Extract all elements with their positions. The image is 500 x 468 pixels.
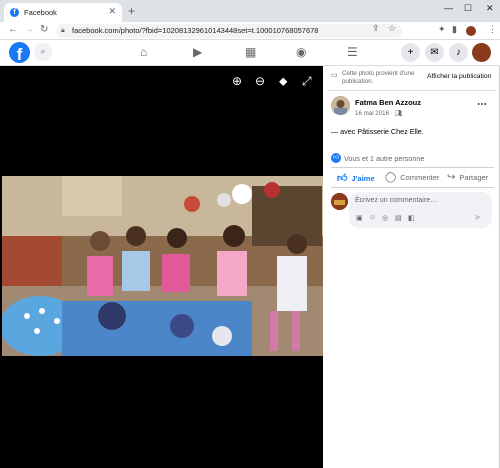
fullscreen-icon[interactable]: ⤢ <box>302 74 312 89</box>
close-window-button[interactable]: ✕ <box>486 3 494 14</box>
thumbs-up-icon: 👍︎ <box>337 173 348 184</box>
divider <box>331 187 494 188</box>
reload-icon[interactable]: ↻ <box>40 24 48 35</box>
emoji-icon[interactable]: ☺ <box>369 214 376 221</box>
commenter-avatar[interactable] <box>331 193 348 210</box>
camera-icon[interactable]: ◎ <box>382 214 388 222</box>
share-button[interactable]: ↪ Partager <box>447 172 488 183</box>
tab-title: Facebook <box>24 8 57 17</box>
minimize-button[interactable]: — <box>444 3 453 13</box>
post-date[interactable]: 16 mai 2016 · 👥︎ <box>355 109 402 117</box>
post-details-panel: ▭ Cette photo provient d'une publication… <box>323 66 500 468</box>
profile-icon[interactable] <box>472 43 491 62</box>
comment-placeholder: Écrivez un commentaire… <box>355 197 438 204</box>
reactions-text: Vous et 1 autre personne <box>344 153 425 163</box>
maximize-button[interactable]: ☐ <box>464 3 472 14</box>
url-text: facebook.com/photo/?fbid=102081329610143… <box>72 26 319 35</box>
reactions-summary[interactable]: 👍︎ Vous et 1 autre personne <box>331 153 424 163</box>
bookmark-star-icon[interactable]: ☆ <box>388 23 396 34</box>
notifications-icon[interactable]: ♪ <box>449 43 468 62</box>
new-tab-button[interactable]: + <box>128 4 135 18</box>
menu-icon[interactable]: ☰ <box>347 45 358 59</box>
more-options-icon[interactable]: ⋯ <box>477 99 487 110</box>
divider <box>331 167 494 168</box>
lock-icon[interactable]: 🔒︎ <box>61 24 65 38</box>
back-arrow-icon[interactable]: ← <box>8 24 18 35</box>
send-icon[interactable]: ➤ <box>474 212 482 223</box>
side-panel-icon[interactable]: ▮ <box>452 24 457 35</box>
divider <box>327 90 496 91</box>
search-icon[interactable]: ⌕ <box>34 43 52 61</box>
address-bar[interactable]: 🔒︎ facebook.com/photo/?fbid=102081329610… <box>56 24 402 38</box>
browser-toolbar: ← → ↻ 🔒︎ facebook.com/photo/?fbid=102081… <box>0 22 500 40</box>
commenter-avatar-image <box>331 193 348 210</box>
comment-button[interactable]: ◯ Commenter <box>385 172 439 183</box>
comment-label: Commenter <box>400 173 440 182</box>
gif-icon[interactable]: ▤ <box>395 214 402 222</box>
browser-tab-bar: f Facebook ✕ + — ☐ ✕ <box>0 0 500 22</box>
avatar-sticker-icon[interactable]: ▣ <box>356 214 363 222</box>
friends-audience-icon: 👥︎ <box>394 110 403 117</box>
post-date-text: 16 mai 2016 · <box>355 110 393 117</box>
photo-viewer: ⊕ ⊖ ⬥ ⤢ <box>0 66 323 468</box>
forward-arrow-icon[interactable]: → <box>24 24 34 35</box>
browser-profile-avatar[interactable] <box>466 26 476 36</box>
zoom-in-icon[interactable]: ⊕ <box>232 74 242 88</box>
marketplace-icon[interactable]: ▦ <box>245 45 256 59</box>
zoom-out-icon[interactable]: ⊖ <box>255 74 265 88</box>
comment-icon: ◯ <box>385 172 397 183</box>
share-page-icon[interactable]: ⇪ <box>372 23 380 34</box>
like-reaction-icon: 👍︎ <box>331 153 341 163</box>
like-label: J'aime <box>351 173 375 183</box>
tag-icon[interactable]: ⬥ <box>279 74 287 89</box>
facebook-logo[interactable]: f <box>9 42 30 63</box>
photo-image <box>2 176 323 356</box>
facebook-top-nav: f ⌕ ⌂ ▶ ▦ ◉ ☰ + ✉ ♪ <box>0 40 500 66</box>
messenger-icon[interactable]: ✉ <box>425 43 444 62</box>
browser-menu-icon[interactable]: ⋮ <box>488 24 497 35</box>
facebook-favicon-icon: f <box>10 8 19 17</box>
show-publication-link[interactable]: Afficher la publication <box>427 73 491 80</box>
post-caption: — avec Pâtisserie Chez Elle. <box>331 127 424 136</box>
author-avatar[interactable] <box>331 96 350 115</box>
watch-icon[interactable]: ▶ <box>193 45 202 59</box>
groups-icon[interactable]: ◉ <box>296 45 306 59</box>
author-avatar-image <box>331 96 350 115</box>
info-icon: ▭ <box>331 72 338 79</box>
extensions-icon[interactable]: ✦ <box>438 24 446 35</box>
party-photo <box>2 176 323 356</box>
tab-close-icon[interactable]: ✕ <box>108 6 116 17</box>
author-name[interactable]: Fatma Ben Azzouz <box>355 98 421 107</box>
comment-input[interactable]: Écrivez un commentaire… ▣ ☺ ◎ ▤ ◧ ➤ <box>349 192 492 228</box>
photo-source-hint: Cette photo provient d'une publication. <box>342 70 415 85</box>
browser-tab[interactable]: f Facebook ✕ <box>4 3 122 22</box>
sticker-icon[interactable]: ◧ <box>408 214 415 222</box>
home-icon[interactable]: ⌂ <box>140 45 147 59</box>
like-button[interactable]: 👍︎ J'aime <box>337 172 375 184</box>
share-label: Partager <box>459 173 489 182</box>
create-icon[interactable]: + <box>401 43 420 62</box>
share-icon: ↪ <box>447 172 456 183</box>
